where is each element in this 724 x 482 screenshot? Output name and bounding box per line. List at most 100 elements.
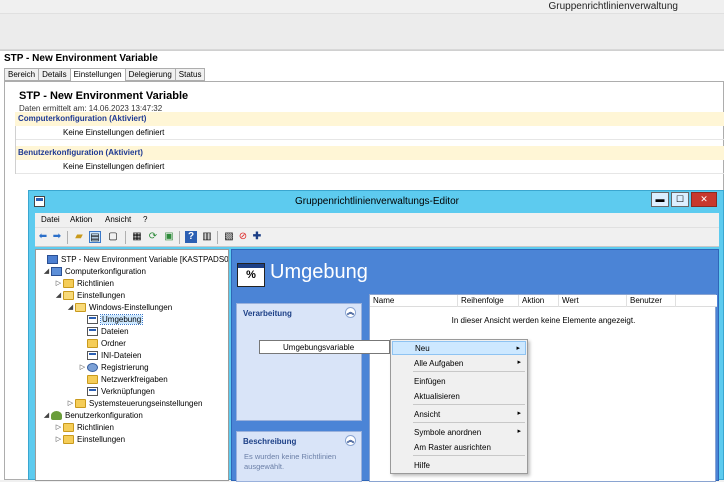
- expanded-arrow-icon[interactable]: ◢: [42, 267, 51, 275]
- tab-bereich[interactable]: Bereich: [4, 68, 40, 81]
- toolbar: ⬅ ➡ ▰ ▤ ▢ ▦ ⟳ ▣ ? ▥ ▧ ⊘ ✚: [35, 227, 719, 247]
- menu-item-symbole-anordnen[interactable]: Symbole anordnen ▸: [392, 425, 526, 439]
- menu-item-ansicht[interactable]: Ansicht ▸: [392, 407, 526, 421]
- maximize-icon[interactable]: ☐: [671, 192, 689, 207]
- col-wert[interactable]: Wert: [562, 296, 579, 307]
- col-name[interactable]: Name: [373, 296, 394, 307]
- tree-item-computer[interactable]: ◢ Computerkonfiguration: [42, 265, 146, 277]
- menu-item-alle-aufgaben[interactable]: Alle Aufgaben ▸: [392, 356, 526, 370]
- gpmc-titlebar: Gruppenrichtlinienverwaltung: [0, 0, 724, 14]
- expanded-arrow-icon[interactable]: ◢: [54, 291, 63, 299]
- collapse-icon[interactable]: ︽: [345, 435, 356, 446]
- tree-item-folders[interactable]: Ordner: [78, 337, 126, 349]
- menu-item-einfuegen[interactable]: Einfügen: [392, 374, 526, 388]
- tree-item-shortcuts[interactable]: Verknüpfungen: [78, 385, 155, 397]
- tab-einstellungen[interactable]: Einstellungen: [69, 68, 126, 82]
- gpme-editor-window: Gruppenrichtlinienverwaltungs-Editor ▬ ☐…: [28, 190, 724, 482]
- menu-help[interactable]: ?: [143, 215, 147, 224]
- tree-item-control-panel[interactable]: ▷ Systemsteuerungseinstellungen: [66, 397, 202, 409]
- column-separator[interactable]: [518, 295, 519, 307]
- user-icon: [51, 410, 62, 420]
- tree-item-environment[interactable]: Umgebung: [78, 313, 144, 325]
- back-arrow-icon[interactable]: ⬅: [37, 231, 49, 243]
- tree-item-network-shares[interactable]: Netzwerkfreigaben: [78, 373, 168, 385]
- export-icon[interactable]: ▣: [163, 231, 175, 243]
- show-tree-icon[interactable]: ▤: [89, 231, 101, 243]
- menu-item-neu[interactable]: Neu ▸: [392, 341, 526, 355]
- tree-item-user-preferences[interactable]: ▷ Einstellungen: [54, 433, 125, 445]
- tree-item-files[interactable]: Dateien: [78, 325, 129, 337]
- tree-item-label: Richtlinien: [77, 278, 114, 288]
- description-card-header: Beschreibung ︽: [237, 432, 361, 450]
- menu-item-am-raster-ausrichten[interactable]: Am Raster ausrichten: [392, 440, 526, 454]
- new-item-icon[interactable]: ▧: [223, 231, 235, 243]
- column-separator[interactable]: [558, 295, 559, 307]
- menu-item-aktualisieren[interactable]: Aktualisieren: [392, 389, 526, 403]
- tree-item-label: Windows-Einstellungen: [89, 302, 173, 312]
- folder-icon: [87, 338, 98, 348]
- computer-config-section[interactable]: Computerkonfiguration (Aktiviert): [15, 112, 724, 126]
- submenu-arrow-icon: ▸: [517, 359, 521, 366]
- tab-delegierung[interactable]: Delegierung: [124, 68, 176, 81]
- col-benutzer[interactable]: Benutzer: [630, 296, 662, 307]
- collapsed-arrow-icon[interactable]: ▷: [78, 363, 87, 371]
- collapse-icon[interactable]: ︽: [345, 307, 356, 318]
- processing-card: Verarbeitung ︽: [236, 303, 362, 421]
- console-tree: STP - New Environment Variable [KASTPADS…: [35, 249, 229, 481]
- tree-item-windows-settings[interactable]: ◢ Windows-Einstellungen: [66, 301, 172, 313]
- computer-config-row: Keine Einstellungen definiert: [15, 126, 724, 140]
- column-separator[interactable]: [626, 295, 627, 307]
- up-folder-icon[interactable]: ▰: [73, 231, 85, 243]
- pane-heading: Umgebung: [270, 261, 368, 283]
- help-icon[interactable]: ?: [185, 231, 197, 243]
- folder-open-icon: [75, 302, 86, 312]
- tree-item-label: INI-Dateien: [101, 350, 142, 360]
- environment-icon: [87, 314, 98, 324]
- column-separator[interactable]: [457, 295, 458, 307]
- tree-item-label: Umgebung: [99, 313, 144, 325]
- tree-item-policies[interactable]: ▷ Richtlinien: [54, 277, 114, 289]
- properties-icon[interactable]: ▢: [107, 231, 119, 243]
- menu-separator: [413, 371, 525, 372]
- collapsed-arrow-icon[interactable]: ▷: [66, 399, 75, 407]
- tree-item-registry[interactable]: ▷ Registrierung: [78, 361, 149, 373]
- submenu-arrow-icon: ▸: [517, 410, 521, 417]
- tree-item-label: Einstellungen: [77, 434, 126, 444]
- collapsed-arrow-icon[interactable]: ▷: [54, 435, 63, 443]
- submenu-item-environment-variable[interactable]: Umgebungsvariable: [259, 340, 390, 354]
- collapsed-arrow-icon[interactable]: ▷: [54, 423, 63, 431]
- tab-details[interactable]: Details: [38, 68, 71, 81]
- col-aktion[interactable]: Aktion: [522, 296, 544, 307]
- col-reihenfolge[interactable]: Reihenfolge: [461, 296, 504, 307]
- tree-item-preferences[interactable]: ◢ Einstellungen: [54, 289, 125, 301]
- tree-item-root[interactable]: STP - New Environment Variable [KASTPADS…: [38, 253, 228, 265]
- menu-item-hilfe[interactable]: Hilfe: [392, 458, 526, 472]
- minimize-icon[interactable]: ▬: [651, 192, 669, 207]
- folder-open-icon: [63, 290, 74, 300]
- tree-item-user[interactable]: ◢ Benutzerkonfiguration: [42, 409, 143, 421]
- tree-item-ini-files[interactable]: INI-Dateien: [78, 349, 141, 361]
- menu-separator: [413, 422, 525, 423]
- tree-item-label: Einstellungen: [77, 290, 126, 300]
- tree-item-user-policies[interactable]: ▷ Richtlinien: [54, 421, 114, 433]
- editor-titlebar[interactable]: Gruppenrichtlinienverwaltungs-Editor ▬ ☐…: [29, 191, 724, 213]
- menu-item-label: Aktualisieren: [414, 392, 460, 401]
- detail-view-icon[interactable]: ▥: [201, 231, 213, 243]
- menu-aktion[interactable]: Aktion: [70, 215, 92, 224]
- expanded-arrow-icon[interactable]: ◢: [66, 303, 75, 311]
- submenu-arrow-icon: ▸: [517, 428, 521, 435]
- add-icon[interactable]: ✚: [251, 231, 263, 243]
- menu-ansicht[interactable]: Ansicht: [105, 215, 131, 224]
- collapsed-arrow-icon[interactable]: ▷: [54, 279, 63, 287]
- column-separator[interactable]: [675, 295, 676, 307]
- delete-icon[interactable]: ⊘: [237, 231, 249, 243]
- menu-datei[interactable]: Datei: [41, 215, 60, 224]
- refresh-icon[interactable]: ⟳: [147, 231, 159, 243]
- forward-arrow-icon[interactable]: ➡: [51, 231, 63, 243]
- user-config-section[interactable]: Benutzerkonfiguration (Aktiviert): [15, 146, 724, 160]
- tab-status[interactable]: Status: [174, 68, 206, 81]
- close-icon[interactable]: ✕: [691, 192, 717, 207]
- expanded-arrow-icon[interactable]: ◢: [42, 411, 51, 419]
- list-view-icon[interactable]: ▦: [131, 231, 143, 243]
- network-share-icon: [87, 374, 98, 384]
